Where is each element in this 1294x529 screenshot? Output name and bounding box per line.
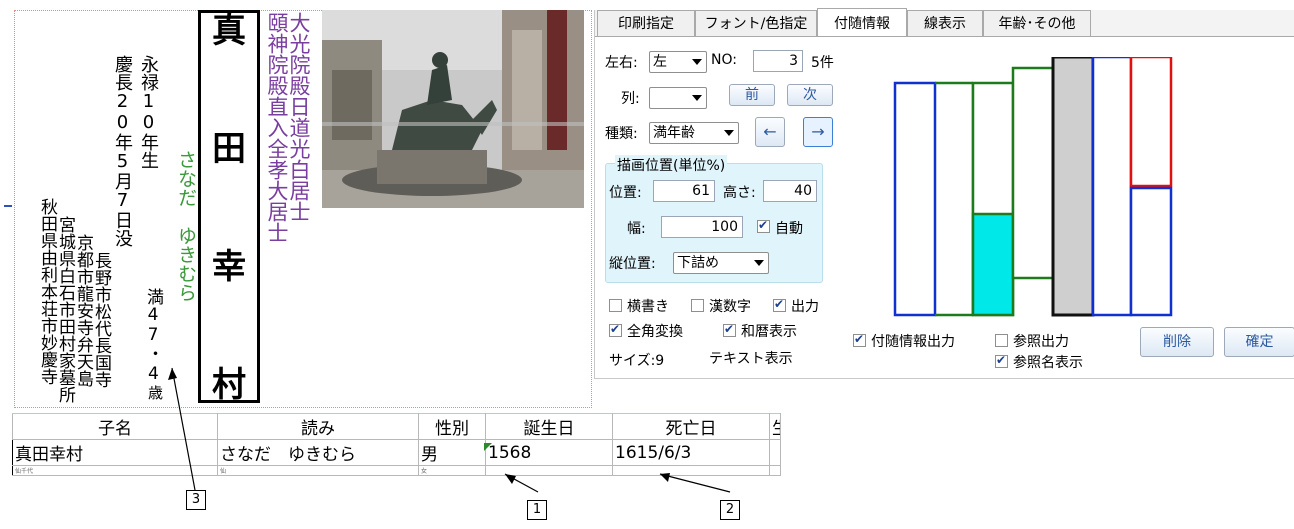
no-label: NO: <box>711 52 737 68</box>
kind-label: 種類: <box>605 126 638 142</box>
ref-name-label: 参照名表示 <box>1013 355 1083 371</box>
vertical-position-label: 縦位置: <box>609 256 656 272</box>
callout-2: 2 <box>720 500 740 520</box>
tab-font-color[interactable]: フォント/色指定 <box>695 10 817 36</box>
next-button[interactable]: 次 <box>787 84 833 106</box>
output-label: 出力 <box>791 299 819 315</box>
chevron-down-icon <box>692 95 702 101</box>
layout-preview <box>893 57 1173 317</box>
width-label: 幅: <box>627 221 646 237</box>
lr-select[interactable]: 左 <box>649 51 707 73</box>
text-display-label[interactable]: テキスト表示 <box>709 348 793 368</box>
tab-line-display[interactable]: 線表示 <box>907 10 983 36</box>
auto-label: 自動 <box>775 221 803 237</box>
width-input[interactable]: 100 <box>661 216 743 238</box>
no-input[interactable]: 3 <box>753 50 803 72</box>
attach-output-label: 付随情報出力 <box>871 334 955 350</box>
draw-position-title: 描画位置(単位%) <box>615 155 728 175</box>
tab-age-other[interactable]: 年齢･その他 <box>983 10 1091 36</box>
fullwidth-label: 全角変換 <box>627 324 683 340</box>
tab-attached-info[interactable]: 付随情報 <box>817 8 907 38</box>
confirm-button[interactable]: 確定 <box>1224 327 1294 357</box>
callout-3: 3 <box>186 490 206 510</box>
delete-button[interactable]: 削除 <box>1140 327 1214 357</box>
position-label: 位置: <box>609 185 642 201</box>
ref-output-label: 参照出力 <box>1013 334 1069 350</box>
column-select[interactable] <box>649 87 707 109</box>
arrow-right-button[interactable]: → <box>803 117 833 147</box>
lr-label: 左右: <box>605 55 638 71</box>
position-input[interactable]: 61 <box>653 180 715 202</box>
horizontal-checkbox[interactable] <box>609 299 622 312</box>
tab-print[interactable]: 印刷指定 <box>597 10 695 36</box>
kanji-number-checkbox[interactable] <box>691 299 704 312</box>
kind-select[interactable]: 満年齢 <box>649 122 739 144</box>
lr-value: 左 <box>653 54 667 70</box>
ref-output-checkbox[interactable] <box>995 334 1008 347</box>
output-checkbox[interactable] <box>773 297 786 312</box>
chevron-down-icon <box>692 59 702 65</box>
attached-info-panel: 左右: 左 NO: 3 5件 列: 前 次 種類: 満年齢 ← → 描画位置(単… <box>595 37 1294 378</box>
vertical-position-value: 下詰め <box>677 255 719 271</box>
ref-name-checkbox[interactable] <box>995 353 1008 368</box>
prev-button[interactable]: 前 <box>729 84 775 106</box>
wareki-label: 和暦表示 <box>741 324 797 340</box>
kanji-number-label: 漢数字 <box>709 299 751 315</box>
kind-value: 満年齢 <box>653 125 695 141</box>
wareki-checkbox[interactable] <box>723 322 736 337</box>
chevron-down-icon <box>724 130 734 136</box>
arrow-left-button[interactable]: ← <box>755 117 785 147</box>
chevron-down-icon <box>754 260 764 266</box>
attach-output-checkbox[interactable] <box>853 332 866 347</box>
horizontal-label: 横書き <box>627 299 669 315</box>
settings-dialog: 印刷指定 フォント/色指定 付随情報 線表示 年齢･その他 左右: 左 NO: … <box>594 8 1294 379</box>
height-label: 高さ: <box>723 185 756 201</box>
size-text: サイズ:9 <box>609 353 665 369</box>
auto-checkbox[interactable] <box>757 218 770 233</box>
column-label: 列: <box>621 91 640 107</box>
count-label: 5件 <box>811 55 834 71</box>
fullwidth-checkbox[interactable] <box>609 322 622 337</box>
callout-1: 1 <box>527 500 547 520</box>
height-input[interactable]: 40 <box>763 180 817 202</box>
vertical-position-select[interactable]: 下詰め <box>673 252 769 274</box>
